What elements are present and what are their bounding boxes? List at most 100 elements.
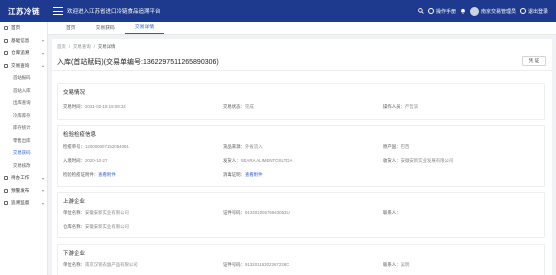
cert-field: 检验检疫证附件：查看附件 — [63, 172, 116, 178]
sidebar-item-label: 预警发布 — [11, 187, 30, 193]
sidebar-subitem[interactable]: 交易获码 — [0, 147, 47, 160]
sidebar-subitem[interactable]: 首站入库 — [0, 85, 47, 98]
warehouse-icon — [4, 51, 8, 56]
field-label: 货品来源： — [223, 144, 245, 149]
tab-home[interactable]: 首页 — [56, 24, 86, 34]
folder-icon — [4, 38, 8, 43]
downstream-unit-field: 单位名称：南京汉铭农副产品有限公司 — [63, 262, 138, 268]
tab-trade-code[interactable]: 交易获码 — [86, 24, 125, 34]
power-icon — [519, 8, 526, 14]
sidebar-subitem[interactable]: 库存统计 — [0, 122, 47, 135]
chevron-down-icon: ▾ — [41, 175, 44, 181]
trade-icon — [4, 63, 8, 68]
country-field: 原产国：巴西 — [383, 144, 409, 150]
view-attachment-link[interactable]: 查看附件 — [245, 172, 263, 177]
view-attachment-link[interactable]: 查看附件 — [98, 172, 116, 177]
upstream-warehouse-field: 仓库名称：安徽安新实业有限公司 — [63, 224, 129, 230]
section-title: 检验检疫信息 — [63, 132, 97, 138]
breadcrumb-home[interactable]: 首页 — [57, 44, 66, 50]
field-label: 单位名称： — [63, 210, 85, 215]
sidebar-subitem[interactable]: 出库查询 — [0, 97, 47, 110]
sidebar-subitem[interactable]: 冷库库存 — [0, 110, 47, 123]
sidebar-item-label: 追溯监督 — [11, 200, 30, 206]
trade-status-field: 交易状态：完成 — [223, 104, 254, 110]
operator-field: 操作人员：严哲滨 — [383, 104, 418, 110]
sidebar-item-todo[interactable]: 待办工作 ▾ — [0, 172, 47, 185]
sidebar-item-label: 仓库追溯 — [11, 50, 30, 56]
field-value: 严哲滨 — [404, 104, 419, 109]
welcome-text: 欢迎进入江苏省进口冷链食品追溯平台 — [67, 9, 161, 15]
trade-time-field: 交易时间：2021-02-18 15:08:34 — [63, 104, 126, 110]
sidebar: 首页 基础信息 ▾ 仓库追溯 ▾ 交易查询 ▴ 首站报码 首站入库 出库查询 冷库库存… — [0, 22, 48, 275]
voucher-button[interactable]: 凭 证 — [522, 56, 546, 66]
bell-icon[interactable] — [460, 8, 466, 14]
breadcrumb: 首页 / 交易查询 / 交易详情 — [57, 44, 115, 50]
downstream-contact-field: 联系人：吴明 — [383, 262, 409, 268]
breadcrumb-separator: / — [68, 44, 71, 49]
page-title: 入库(首站赋码)(交易单编号:1362297511265890306) — [57, 59, 219, 66]
sidebar-item-basic-info[interactable]: 基础信息 ▾ — [0, 35, 47, 48]
user-name: 南京交易管理员 — [480, 8, 516, 15]
alert-icon — [4, 188, 8, 193]
field-label: 收货人： — [383, 158, 401, 163]
sidebar-item-warehouse[interactable]: 仓库追溯 ▾ — [0, 47, 47, 60]
shield-icon — [4, 201, 8, 206]
sidebar-item-supervision[interactable]: 追溯监督 ▾ — [0, 197, 47, 210]
quarantine-section: 检验检疫信息 检疫单号：120000007152054081 货品来源：外省流入… — [57, 125, 545, 187]
sidebar-item-warning[interactable]: 预警发布 ▾ — [0, 185, 47, 198]
upstream-license-field: 证件号码：91340100676943053U — [223, 210, 290, 216]
field-value: 南京汉铭农副产品有限公司 — [84, 262, 138, 267]
chevron-down-icon: ▾ — [41, 188, 44, 194]
field-label: 发货人： — [223, 158, 241, 163]
sidebar-item-label: 基础信息 — [11, 37, 30, 43]
entry-date-field: 入境时间：2020-10-27 — [63, 158, 107, 164]
user-menu[interactable]: 南京交易管理员 — [469, 6, 516, 16]
tab-trade-detail[interactable]: 交易详情 — [124, 23, 165, 34]
brand-logo: 江苏冷链 — [8, 6, 40, 16]
trade-section: 交易情况 交易时间：2021-02-18 15:08:34 交易状态：完成 操作… — [57, 83, 545, 120]
field-value: 2021-02-18 15:08:34 — [84, 104, 126, 109]
quarantine-no-field: 检疫单号：120000007152054081 — [63, 144, 129, 150]
home-icon — [4, 26, 8, 31]
menu-collapse-icon[interactable] — [52, 6, 64, 16]
field-label: 消毒证明： — [223, 172, 245, 177]
field-label: 证件号码： — [223, 262, 245, 267]
breadcrumb-separator: / — [93, 44, 95, 49]
divider — [52, 70, 552, 71]
sidebar-item-label: 首页 — [11, 25, 21, 31]
field-value: 巴西 — [400, 144, 410, 149]
field-value: 120000007152054081 — [84, 144, 129, 149]
chevron-down-icon: ▾ — [41, 200, 44, 206]
field-value: SEARA ALIMENTOSLTDA — [240, 158, 293, 163]
section-title: 交易情况 — [63, 90, 86, 96]
field-value: 吴明 — [400, 262, 410, 267]
downstream-section: 下游企业 单位名称：南京汉铭农副产品有限公司 证件号码：913201153023… — [57, 244, 545, 275]
field-label: 原产国： — [383, 144, 401, 149]
sidebar-item-label: 交易查询 — [11, 62, 30, 68]
task-icon — [4, 176, 8, 181]
sidebar-subitem[interactable]: 零售出库 — [0, 135, 47, 148]
section-title: 上游企业 — [63, 199, 86, 205]
tab-bar: 首页 交易获码 交易详情 — [48, 22, 556, 35]
chevron-down-icon: ▾ — [41, 38, 44, 44]
field-value: 外省流入 — [244, 144, 263, 149]
top-header: 江苏冷链 欢迎进入江苏省进口冷链食品追溯平台 操作手册 南京交易管理员 退出登录 — [0, 0, 556, 22]
upstream-contact-field: 联系人： — [383, 210, 401, 216]
manual-link[interactable]: 操作手册 — [427, 8, 456, 15]
field-value: 安徽安新实业发展有限公司 — [400, 158, 454, 163]
field-label: 检验检疫证附件： — [63, 172, 99, 177]
field-label: 操作人员： — [383, 104, 405, 109]
source-field: 货品来源：外省流入 — [223, 144, 263, 150]
breadcrumb-trade-query[interactable]: 交易查询 — [73, 44, 91, 50]
sidebar-item-trade-query[interactable]: 交易查询 ▴ — [0, 60, 47, 73]
field-label: 入境时间： — [63, 158, 85, 163]
sidebar-subitem[interactable]: 首站报码 — [0, 72, 47, 85]
search-icon[interactable] — [418, 8, 424, 14]
sidebar-subitem[interactable]: 交易核改 — [0, 160, 47, 173]
field-value: 2020-10-27 — [84, 158, 108, 163]
logout-link[interactable]: 退出登录 — [519, 8, 548, 15]
manual-label: 操作手册 — [435, 8, 456, 15]
app-root: 江苏冷链 欢迎进入江苏省进口冷链食品追溯平台 操作手册 南京交易管理员 退出登录 — [0, 0, 556, 275]
help-icon — [427, 8, 434, 14]
sidebar-item-home[interactable]: 首页 — [0, 22, 47, 35]
